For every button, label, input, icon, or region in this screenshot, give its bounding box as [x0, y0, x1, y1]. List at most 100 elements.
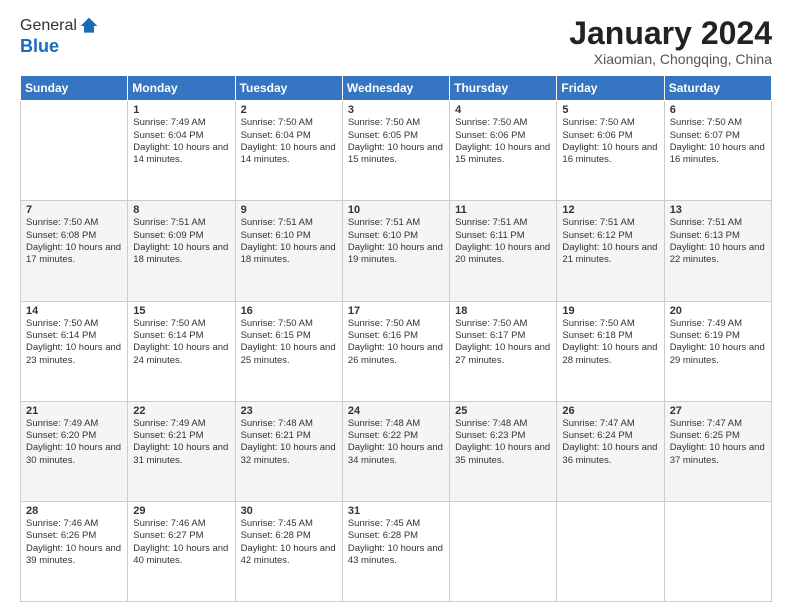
day-number: 11 [455, 204, 551, 216]
calendar-cell [557, 501, 664, 601]
day-info: Sunrise: 7:50 AM Sunset: 6:07 PM Dayligh… [670, 117, 766, 166]
calendar-cell: 6Sunrise: 7:50 AM Sunset: 6:07 PM Daylig… [664, 101, 771, 201]
day-info: Sunrise: 7:50 AM Sunset: 6:06 PM Dayligh… [455, 117, 551, 166]
calendar-cell [664, 501, 771, 601]
day-number: 26 [562, 405, 658, 417]
day-info: Sunrise: 7:50 AM Sunset: 6:17 PM Dayligh… [455, 318, 551, 367]
calendar-cell: 2Sunrise: 7:50 AM Sunset: 6:04 PM Daylig… [235, 101, 342, 201]
day-info: Sunrise: 7:50 AM Sunset: 6:04 PM Dayligh… [241, 117, 337, 166]
day-number: 3 [348, 104, 444, 116]
day-number: 31 [348, 505, 444, 517]
day-number: 21 [26, 405, 122, 417]
day-info: Sunrise: 7:49 AM Sunset: 6:04 PM Dayligh… [133, 117, 229, 166]
day-number: 19 [562, 305, 658, 317]
day-info: Sunrise: 7:49 AM Sunset: 6:19 PM Dayligh… [670, 318, 766, 367]
calendar-cell: 18Sunrise: 7:50 AM Sunset: 6:17 PM Dayli… [450, 301, 557, 401]
day-number: 2 [241, 104, 337, 116]
calendar-cell: 20Sunrise: 7:49 AM Sunset: 6:19 PM Dayli… [664, 301, 771, 401]
day-info: Sunrise: 7:45 AM Sunset: 6:28 PM Dayligh… [241, 518, 337, 567]
day-info: Sunrise: 7:47 AM Sunset: 6:24 PM Dayligh… [562, 418, 658, 467]
weekday-header-saturday: Saturday [664, 76, 771, 101]
calendar-table: SundayMondayTuesdayWednesdayThursdayFrid… [20, 75, 772, 602]
calendar-week-row: 28Sunrise: 7:46 AM Sunset: 6:26 PM Dayli… [21, 501, 772, 601]
calendar-cell: 21Sunrise: 7:49 AM Sunset: 6:20 PM Dayli… [21, 401, 128, 501]
day-info: Sunrise: 7:51 AM Sunset: 6:11 PM Dayligh… [455, 217, 551, 266]
day-info: Sunrise: 7:50 AM Sunset: 6:14 PM Dayligh… [133, 318, 229, 367]
day-number: 16 [241, 305, 337, 317]
calendar-cell: 23Sunrise: 7:48 AM Sunset: 6:21 PM Dayli… [235, 401, 342, 501]
calendar-week-row: 14Sunrise: 7:50 AM Sunset: 6:14 PM Dayli… [21, 301, 772, 401]
day-number: 30 [241, 505, 337, 517]
calendar-cell: 26Sunrise: 7:47 AM Sunset: 6:24 PM Dayli… [557, 401, 664, 501]
day-number: 12 [562, 204, 658, 216]
day-info: Sunrise: 7:51 AM Sunset: 6:12 PM Dayligh… [562, 217, 658, 266]
calendar-cell: 5Sunrise: 7:50 AM Sunset: 6:06 PM Daylig… [557, 101, 664, 201]
day-number: 14 [26, 305, 122, 317]
calendar-cell: 3Sunrise: 7:50 AM Sunset: 6:05 PM Daylig… [342, 101, 449, 201]
day-number: 15 [133, 305, 229, 317]
day-info: Sunrise: 7:50 AM Sunset: 6:05 PM Dayligh… [348, 117, 444, 166]
month-title: January 2024 [569, 16, 772, 51]
day-number: 28 [26, 505, 122, 517]
page: General Blue January 2024 Xiaomian, Chon… [0, 0, 792, 612]
calendar-cell: 11Sunrise: 7:51 AM Sunset: 6:11 PM Dayli… [450, 201, 557, 301]
weekday-header-friday: Friday [557, 76, 664, 101]
calendar-cell: 15Sunrise: 7:50 AM Sunset: 6:14 PM Dayli… [128, 301, 235, 401]
day-number: 18 [455, 305, 551, 317]
calendar-cell: 24Sunrise: 7:48 AM Sunset: 6:22 PM Dayli… [342, 401, 449, 501]
calendar-cell: 7Sunrise: 7:50 AM Sunset: 6:08 PM Daylig… [21, 201, 128, 301]
day-number: 7 [26, 204, 122, 216]
weekday-header-monday: Monday [128, 76, 235, 101]
day-number: 24 [348, 405, 444, 417]
calendar-cell: 16Sunrise: 7:50 AM Sunset: 6:15 PM Dayli… [235, 301, 342, 401]
calendar-cell: 9Sunrise: 7:51 AM Sunset: 6:10 PM Daylig… [235, 201, 342, 301]
day-number: 1 [133, 104, 229, 116]
calendar-cell: 12Sunrise: 7:51 AM Sunset: 6:12 PM Dayli… [557, 201, 664, 301]
calendar-cell: 28Sunrise: 7:46 AM Sunset: 6:26 PM Dayli… [21, 501, 128, 601]
calendar-cell: 17Sunrise: 7:50 AM Sunset: 6:16 PM Dayli… [342, 301, 449, 401]
day-info: Sunrise: 7:49 AM Sunset: 6:21 PM Dayligh… [133, 418, 229, 467]
day-number: 6 [670, 104, 766, 116]
day-info: Sunrise: 7:50 AM Sunset: 6:15 PM Dayligh… [241, 318, 337, 367]
calendar-cell: 1Sunrise: 7:49 AM Sunset: 6:04 PM Daylig… [128, 101, 235, 201]
day-number: 23 [241, 405, 337, 417]
day-info: Sunrise: 7:51 AM Sunset: 6:10 PM Dayligh… [241, 217, 337, 266]
calendar-cell: 14Sunrise: 7:50 AM Sunset: 6:14 PM Dayli… [21, 301, 128, 401]
day-info: Sunrise: 7:50 AM Sunset: 6:06 PM Dayligh… [562, 117, 658, 166]
day-info: Sunrise: 7:50 AM Sunset: 6:16 PM Dayligh… [348, 318, 444, 367]
day-number: 9 [241, 204, 337, 216]
day-number: 4 [455, 104, 551, 116]
day-number: 5 [562, 104, 658, 116]
calendar-week-row: 1Sunrise: 7:49 AM Sunset: 6:04 PM Daylig… [21, 101, 772, 201]
calendar-cell: 8Sunrise: 7:51 AM Sunset: 6:09 PM Daylig… [128, 201, 235, 301]
day-info: Sunrise: 7:50 AM Sunset: 6:14 PM Dayligh… [26, 318, 122, 367]
weekday-header-wednesday: Wednesday [342, 76, 449, 101]
subtitle: Xiaomian, Chongqing, China [569, 51, 772, 67]
calendar-cell [21, 101, 128, 201]
calendar-cell [450, 501, 557, 601]
logo-general-text: General [20, 17, 77, 35]
day-info: Sunrise: 7:46 AM Sunset: 6:27 PM Dayligh… [133, 518, 229, 567]
day-info: Sunrise: 7:51 AM Sunset: 6:09 PM Dayligh… [133, 217, 229, 266]
logo: General Blue [20, 16, 99, 57]
day-info: Sunrise: 7:51 AM Sunset: 6:13 PM Dayligh… [670, 217, 766, 266]
day-number: 10 [348, 204, 444, 216]
calendar-cell: 31Sunrise: 7:45 AM Sunset: 6:28 PM Dayli… [342, 501, 449, 601]
title-block: January 2024 Xiaomian, Chongqing, China [569, 16, 772, 67]
day-info: Sunrise: 7:50 AM Sunset: 6:08 PM Dayligh… [26, 217, 122, 266]
day-info: Sunrise: 7:48 AM Sunset: 6:22 PM Dayligh… [348, 418, 444, 467]
calendar-cell: 13Sunrise: 7:51 AM Sunset: 6:13 PM Dayli… [664, 201, 771, 301]
calendar-cell: 27Sunrise: 7:47 AM Sunset: 6:25 PM Dayli… [664, 401, 771, 501]
calendar-cell: 25Sunrise: 7:48 AM Sunset: 6:23 PM Dayli… [450, 401, 557, 501]
calendar-week-row: 7Sunrise: 7:50 AM Sunset: 6:08 PM Daylig… [21, 201, 772, 301]
day-number: 22 [133, 405, 229, 417]
day-number: 8 [133, 204, 229, 216]
header: General Blue January 2024 Xiaomian, Chon… [20, 16, 772, 67]
weekday-header-sunday: Sunday [21, 76, 128, 101]
calendar-cell: 30Sunrise: 7:45 AM Sunset: 6:28 PM Dayli… [235, 501, 342, 601]
day-number: 13 [670, 204, 766, 216]
day-number: 29 [133, 505, 229, 517]
day-number: 17 [348, 305, 444, 317]
day-number: 25 [455, 405, 551, 417]
day-info: Sunrise: 7:48 AM Sunset: 6:21 PM Dayligh… [241, 418, 337, 467]
